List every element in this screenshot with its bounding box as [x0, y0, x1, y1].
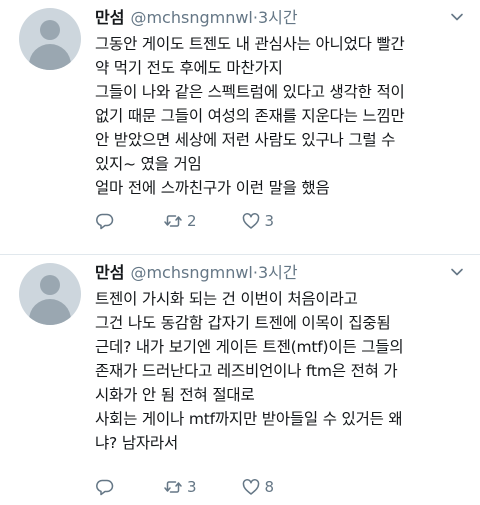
- tweet-line: 그들이 나와 같은 스펙트럼에 있다고 생각한 적이: [95, 83, 405, 101]
- tweet-line: 트젠이 가시화 되는 건 이번이 처음이라고: [95, 290, 358, 308]
- chevron-down-icon[interactable]: [450, 265, 464, 279]
- tweet-line: 존재가 드러난다고 레즈비언이나 ftm은 전혀 가: [95, 362, 398, 380]
- timestamp[interactable]: 3시간: [258, 8, 298, 27]
- like-count: 8: [264, 478, 275, 496]
- tweet-line: 안 받았으면 세상에 저런 사람도 있구나 그럴 수: [95, 131, 396, 149]
- like-count: 3: [264, 212, 275, 230]
- tweet-actions: 2 3: [95, 210, 318, 232]
- tweet-line: 사회는 게이나 mtf까지만 받아들일 수 있거든 왜: [95, 410, 403, 428]
- heart-icon: [242, 479, 259, 495]
- reply-icon: [96, 479, 114, 496]
- retweet-count: 2: [187, 212, 197, 230]
- tweet-line: 시화가 안 됨 전혀 절대로: [95, 386, 255, 404]
- tweet-line: 있지~ 였을 거임: [95, 155, 202, 173]
- avatar-body: [29, 299, 71, 325]
- avatar[interactable]: [19, 263, 81, 325]
- display-name[interactable]: 만섬: [95, 8, 124, 27]
- user-handle[interactable]: @mchsngmnwl: [130, 263, 252, 282]
- reply-button[interactable]: [95, 211, 119, 231]
- like-button[interactable]: 8: [241, 477, 275, 497]
- retweet-icon: [164, 215, 182, 227]
- retweet-button[interactable]: 3: [163, 477, 197, 497]
- tweet-actions: 3 8: [95, 476, 318, 498]
- tweet-line: 얼마 전에 스까친구가 이런 말을 했음: [95, 179, 330, 197]
- tweet-header: 만섬 @mchsngmnwl·3시간: [95, 6, 298, 30]
- tweet-text: 트젠이 가시화 되는 건 이번이 처음이라고 그건 나도 동감함 갑자기 트젠에…: [95, 287, 470, 455]
- avatar-head: [40, 20, 60, 40]
- tweet-1[interactable]: 만섬 @mchsngmnwl·3시간 그동안 게이도 트젠도 내 관심사는 아니었…: [0, 0, 480, 255]
- tweet-line: 약 먹기 전도 후에도 마찬가지: [95, 59, 283, 77]
- user-handle[interactable]: @mchsngmnwl: [130, 8, 252, 27]
- tweet-line: 없기 때문 그들이 여성의 존재를 지운다는 느낌만: [95, 107, 405, 125]
- avatar-head: [40, 275, 60, 295]
- reply-button[interactable]: [95, 477, 119, 497]
- reply-icon: [96, 213, 114, 230]
- like-button[interactable]: 3: [241, 211, 275, 231]
- tweet-line: 냐? 남자라서: [95, 434, 179, 452]
- heart-icon: [242, 213, 259, 229]
- tweet-2[interactable]: 만섬 @mchsngmnwl·3시간 트젠이 가시화 되는 건 이번이 처음이라고…: [0, 255, 480, 505]
- display-name[interactable]: 만섬: [95, 263, 124, 282]
- tweet-header: 만섬 @mchsngmnwl·3시간: [95, 261, 298, 285]
- retweet-button[interactable]: 2: [163, 211, 197, 231]
- retweet-count: 3: [187, 478, 197, 496]
- tweet-line: 그건 나도 동감함 갑자기 트젠에 이목이 집중됨: [95, 314, 391, 332]
- timestamp[interactable]: 3시간: [258, 263, 298, 282]
- tweet-text: 그동안 게이도 트젠도 내 관심사는 아니었다 빨간 약 먹기 전도 후에도 마…: [95, 32, 470, 200]
- retweet-icon: [164, 481, 182, 493]
- chevron-down-icon[interactable]: [450, 10, 464, 24]
- tweet-line: 근데? 내가 보기엔 게이든 트젠(mtf)이든 그들의: [95, 338, 404, 356]
- tweet-line: 그동안 게이도 트젠도 내 관심사는 아니었다 빨간: [95, 35, 405, 53]
- avatar-body: [29, 44, 71, 70]
- avatar[interactable]: [19, 8, 81, 70]
